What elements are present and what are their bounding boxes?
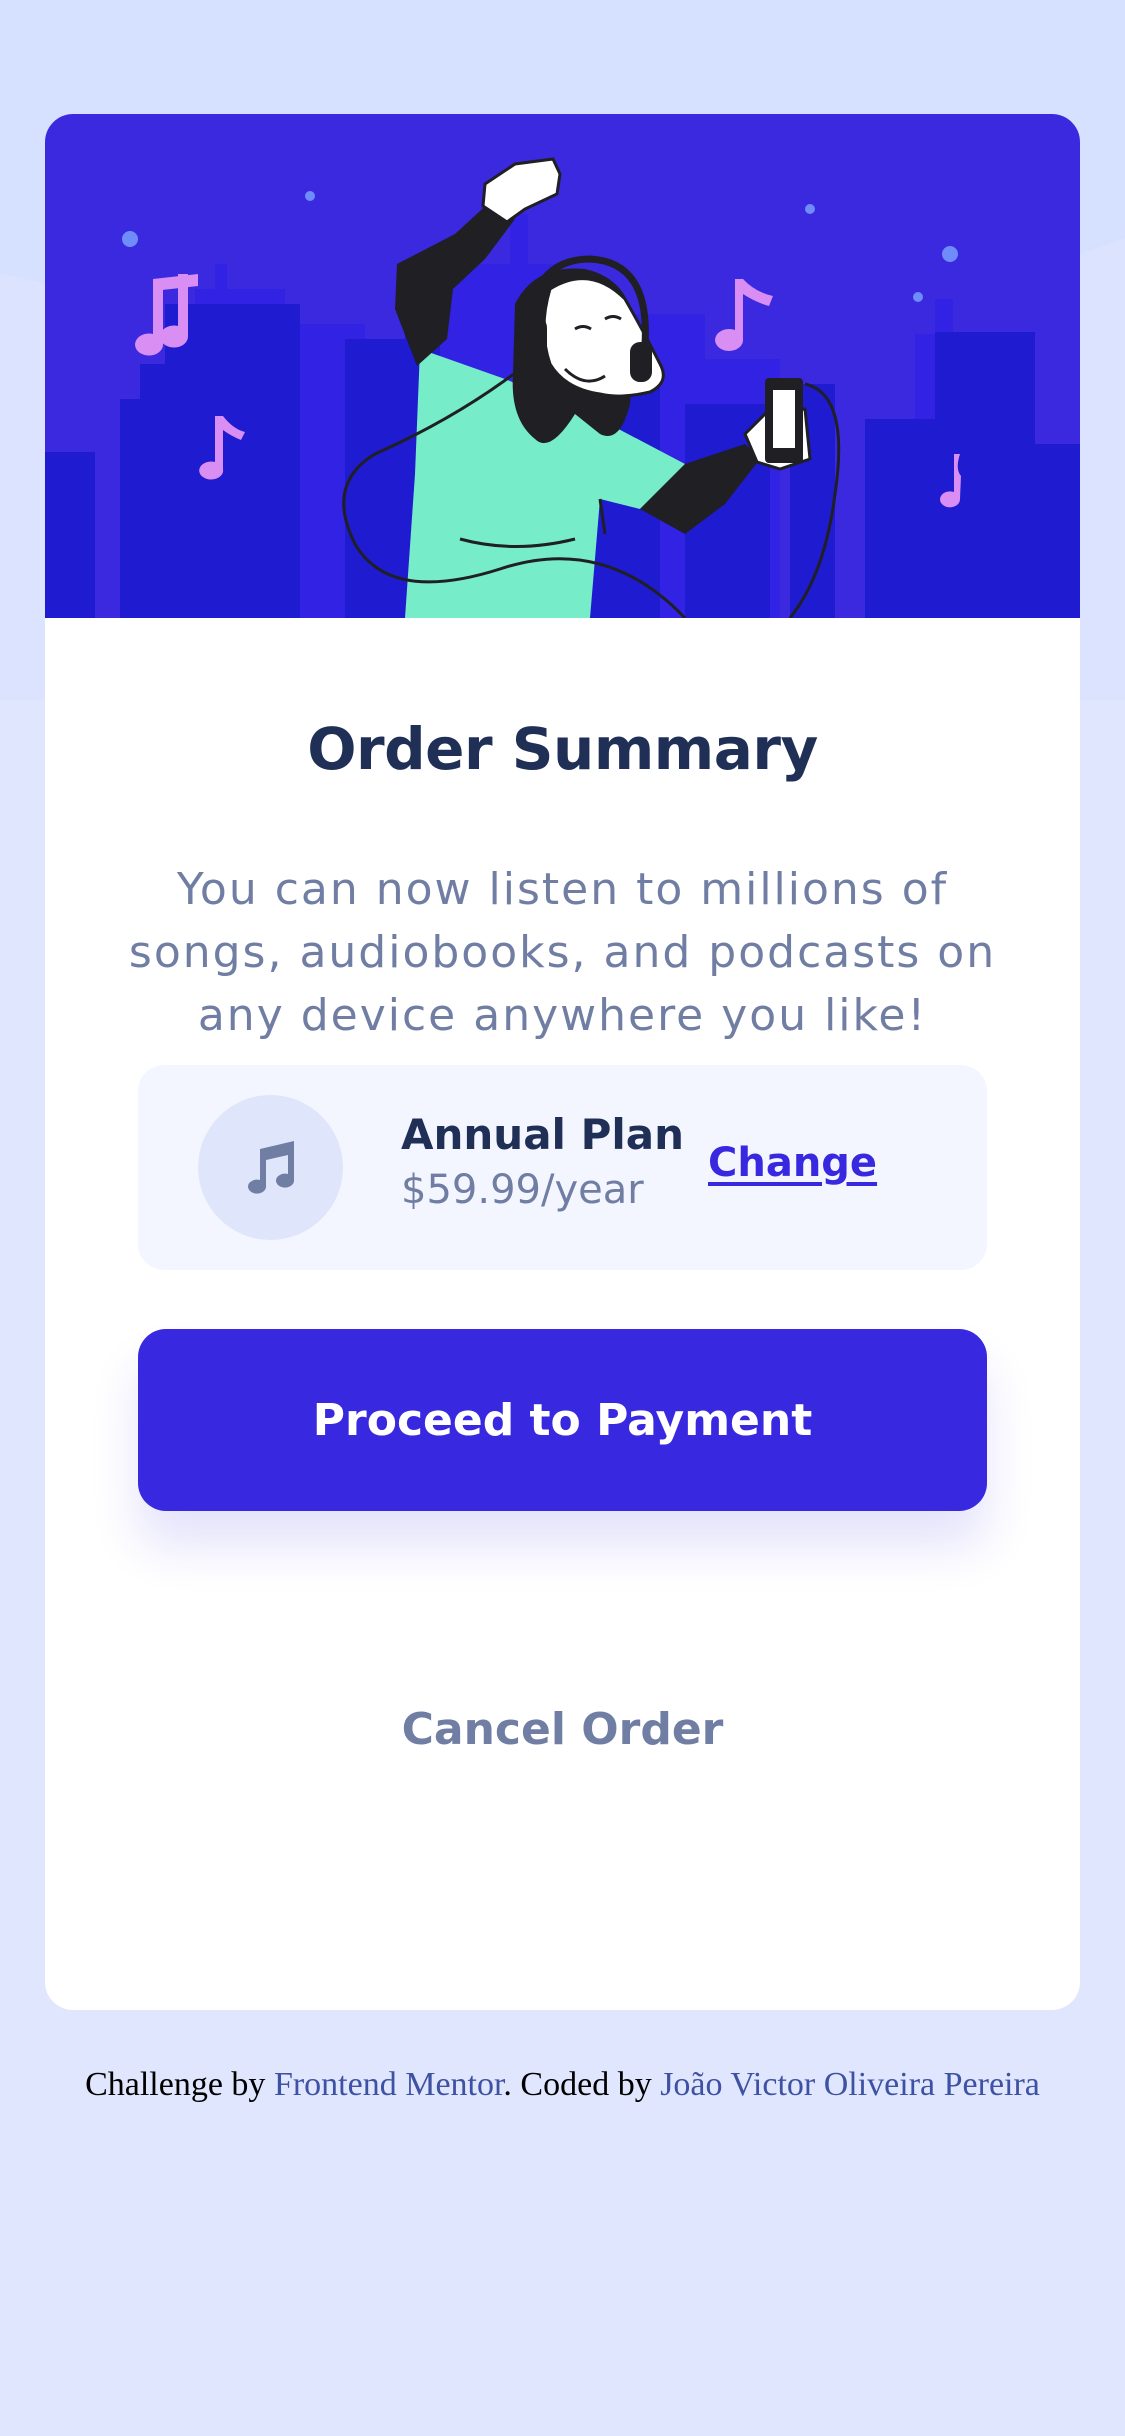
order-summary-card: Order Summary You can now listen to mill… (45, 114, 1080, 2010)
order-description: You can now listen to millions of songs,… (128, 864, 997, 1041)
author-link[interactable]: João Victor Oliveira Pereira (660, 2066, 1040, 2103)
proceed-to-payment-button[interactable]: Proceed to Payment (138, 1329, 987, 1511)
music-note-icon (198, 1095, 343, 1240)
attribution-middle: . Coded by (503, 2066, 661, 2103)
attribution: Challenge by Frontend Mentor. Coded by J… (0, 2066, 1125, 2104)
frontend-mentor-link[interactable]: Frontend Mentor (274, 2066, 503, 2103)
page-title: Order Summary (307, 714, 818, 783)
plan-name: Annual Plan (401, 1110, 684, 1159)
change-plan-link[interactable]: Change (708, 1140, 877, 1186)
plan-price: $59.99/year (401, 1167, 644, 1213)
cancel-order-button[interactable]: Cancel Order (305, 1694, 820, 1764)
attribution-prefix: Challenge by (85, 2066, 274, 2103)
plan-summary: Annual Plan $59.99/year Change (138, 1065, 987, 1270)
hero-illustration (45, 114, 1080, 618)
